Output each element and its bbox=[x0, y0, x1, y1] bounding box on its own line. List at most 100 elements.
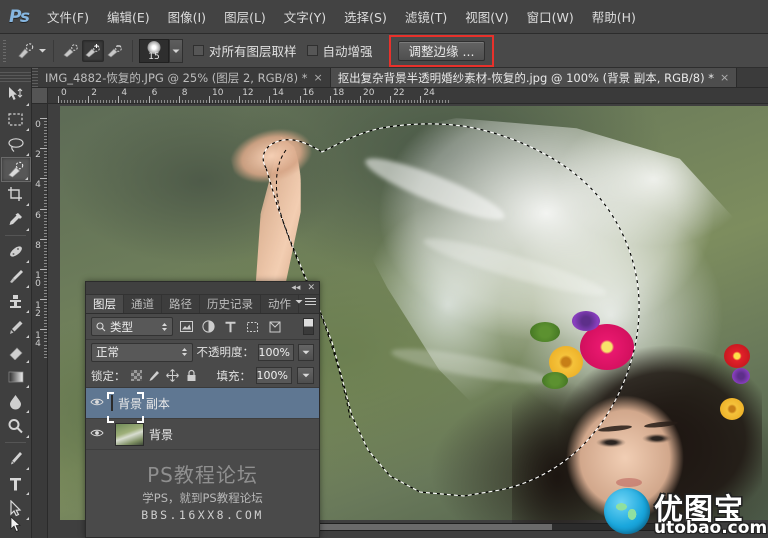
document-tab-1[interactable]: IMG_4882-恢复的.JPG @ 25% (图层 2, RGB/8) * × bbox=[38, 68, 331, 87]
layers-list: 背景 副本 背景 bbox=[86, 387, 319, 450]
ruler-minor-tick bbox=[375, 100, 377, 103]
ruler-corner[interactable] bbox=[32, 88, 48, 104]
ruler-minor-tick bbox=[44, 320, 47, 322]
ruler-label: 14 bbox=[272, 88, 284, 98]
sample-all-layers-option[interactable]: 对所有图层取样 bbox=[193, 41, 297, 60]
subtract-from-selection-mode-button[interactable] bbox=[104, 40, 126, 62]
shape-layer-filter-icon[interactable] bbox=[244, 318, 261, 335]
tab-history[interactable]: 历史记录 bbox=[200, 295, 261, 313]
collapse-panel-icon[interactable]: ◂◂ bbox=[291, 283, 300, 293]
ruler-minor-tick bbox=[432, 100, 434, 103]
lock-transparent-pixels-icon[interactable] bbox=[130, 370, 142, 381]
blend-mode-select[interactable]: 正常 bbox=[91, 342, 193, 362]
layer-filter-type-select[interactable]: 类型 bbox=[91, 317, 173, 336]
eyedropper-tool[interactable] bbox=[1, 207, 31, 232]
tab-paths[interactable]: 路径 bbox=[162, 295, 200, 313]
ruler-label: 0 bbox=[35, 120, 41, 130]
fill-value[interactable]: 100% bbox=[256, 367, 292, 384]
ruler-minor-tick bbox=[44, 232, 47, 234]
vertical-ruler[interactable]: 0 2 4 6 8 10 12 14 bbox=[32, 104, 48, 538]
horizontal-ruler[interactable]: 0 2 4 6 8 10 12 14 16 18 20 22 24 bbox=[48, 88, 768, 104]
layer-thumbnail[interactable] bbox=[115, 422, 144, 446]
filter-enable-toggle[interactable] bbox=[303, 318, 314, 335]
layer-visibility-eye-icon[interactable] bbox=[88, 397, 106, 410]
ruler-minor-tick bbox=[44, 265, 47, 267]
fill-dropdown-button[interactable] bbox=[297, 367, 314, 384]
menu-help[interactable]: 帮助(H) bbox=[583, 4, 645, 29]
layer-name[interactable]: 背景 bbox=[149, 426, 173, 443]
tools-panel-grip[interactable] bbox=[0, 72, 31, 82]
tab-layers[interactable]: 图层 bbox=[86, 295, 124, 313]
ruler-minor-tick bbox=[314, 100, 316, 103]
menu-image[interactable]: 图像(I) bbox=[159, 4, 215, 29]
active-tool-preview[interactable] bbox=[12, 39, 40, 63]
panel-title-bar[interactable]: ◂◂ ✕ bbox=[86, 282, 319, 295]
smart-object-filter-icon[interactable] bbox=[266, 318, 283, 335]
lock-position-icon[interactable] bbox=[166, 369, 180, 383]
blend-mode-row: 正常 不透明度： 100% bbox=[86, 340, 319, 364]
menu-file[interactable]: 文件(F) bbox=[38, 4, 98, 29]
leaf-green bbox=[542, 372, 568, 389]
dodge-tool[interactable] bbox=[1, 414, 31, 439]
ruler-minor-tick bbox=[44, 217, 47, 219]
menu-view[interactable]: 视图(V) bbox=[456, 4, 517, 29]
eraser-tool[interactable] bbox=[1, 339, 31, 364]
lasso-tool[interactable] bbox=[1, 132, 31, 157]
layer-visibility-eye-icon[interactable] bbox=[88, 428, 106, 441]
ruler-minor-tick bbox=[438, 100, 440, 103]
gradient-tool[interactable] bbox=[1, 364, 31, 389]
stepper-icon bbox=[181, 348, 187, 356]
document-tab-2[interactable]: 抠出复杂背景半透明婚纱素材-恢复的.jpg @ 100% (背景 副本, RGB… bbox=[330, 68, 738, 87]
spot-healing-brush-tool[interactable] bbox=[1, 239, 31, 264]
ruler-minor-tick bbox=[245, 100, 247, 103]
panel-menu-button[interactable] bbox=[295, 298, 316, 306]
tab-actions[interactable]: 动作 bbox=[261, 295, 299, 313]
ruler-minor-tick bbox=[44, 350, 47, 352]
clone-stamp-tool[interactable] bbox=[1, 289, 31, 314]
history-brush-tool[interactable] bbox=[1, 314, 31, 339]
menu-type[interactable]: 文字(Y) bbox=[275, 4, 335, 29]
menu-filter[interactable]: 滤镜(T) bbox=[396, 4, 456, 29]
close-panel-icon[interactable]: ✕ bbox=[307, 283, 315, 293]
pen-tool[interactable] bbox=[1, 446, 31, 471]
ruler-minor-tick bbox=[44, 193, 47, 195]
add-to-selection-mode-button[interactable] bbox=[82, 39, 104, 62]
lock-all-icon[interactable] bbox=[185, 369, 199, 383]
close-icon[interactable]: × bbox=[313, 71, 322, 84]
menu-edit[interactable]: 编辑(E) bbox=[98, 4, 159, 29]
refine-edge-button[interactable]: 调整边缘 ... bbox=[397, 40, 486, 61]
auto-enhance-option[interactable]: 自动增强 bbox=[306, 41, 373, 60]
blur-tool[interactable] bbox=[1, 389, 31, 414]
brush-picker-dropdown[interactable] bbox=[169, 38, 183, 63]
opacity-value[interactable]: 100% bbox=[258, 343, 294, 361]
brush-size-preview[interactable]: 15 bbox=[139, 38, 169, 63]
menu-window[interactable]: 窗口(W) bbox=[518, 4, 583, 29]
type-layer-filter-icon[interactable] bbox=[222, 318, 239, 335]
close-icon[interactable]: × bbox=[720, 71, 729, 84]
ruler-minor-tick bbox=[227, 100, 229, 103]
ruler-minor-tick bbox=[142, 100, 144, 103]
move-tool[interactable] bbox=[1, 82, 31, 107]
opacity-dropdown-button[interactable] bbox=[298, 343, 314, 361]
quick-selection-tool[interactable] bbox=[0, 157, 31, 182]
layer-row-background-copy[interactable]: 背景 副本 bbox=[86, 388, 319, 423]
sample-all-layers-checkbox[interactable] bbox=[193, 45, 204, 56]
layer-row-background[interactable]: 背景 bbox=[86, 419, 319, 450]
lock-image-pixels-icon[interactable] bbox=[147, 369, 161, 383]
layers-panel: ◂◂ ✕ 图层 通道 路径 历史记录 动作 类型 正常 不透明度： 100% 锁… bbox=[85, 281, 320, 538]
document-tab-bar: IMG_4882-恢复的.JPG @ 25% (图层 2, RGB/8) * ×… bbox=[32, 68, 768, 88]
pixel-layer-filter-icon[interactable] bbox=[178, 318, 195, 335]
options-bar-grip[interactable] bbox=[2, 39, 9, 62]
tab-channels[interactable]: 通道 bbox=[124, 295, 162, 313]
menu-select[interactable]: 选择(S) bbox=[335, 4, 396, 29]
menu-layer[interactable]: 图层(L) bbox=[215, 4, 275, 29]
auto-enhance-checkbox[interactable] bbox=[306, 45, 318, 56]
rectangular-marquee-tool[interactable] bbox=[1, 107, 31, 132]
adjustment-layer-filter-icon[interactable] bbox=[200, 318, 217, 335]
mouse-cursor-icon bbox=[10, 516, 22, 537]
horizontal-type-tool[interactable] bbox=[1, 471, 31, 496]
new-selection-mode-button[interactable] bbox=[60, 40, 82, 62]
brush-tool[interactable] bbox=[1, 264, 31, 289]
ruler-minor-tick bbox=[278, 100, 280, 103]
crop-tool[interactable] bbox=[1, 182, 31, 207]
